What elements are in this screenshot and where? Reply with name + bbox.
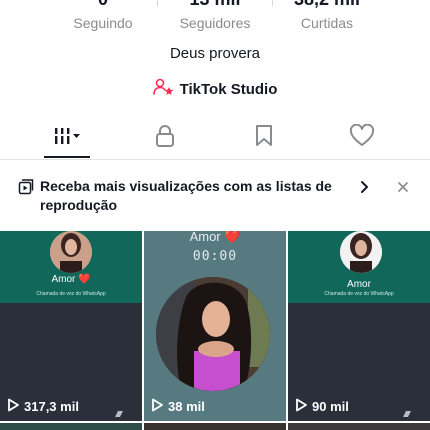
stat-following-value: 0 [43,0,163,12]
stat-likes[interactable]: 38,2 mil Curtidas [267,0,387,33]
view-count-text: 38 mil [168,399,205,414]
bookmark-icon [254,124,274,153]
profile-tabs [0,118,430,160]
thumbnail-subcaption: Chamada de voz do WhatsApp [36,291,106,297]
thumbnail-caption: Amor ❤️ [189,231,241,244]
tab-private[interactable] [115,118,215,159]
view-count: 38 mil [150,398,205,415]
tab-videos[interactable] [16,118,116,159]
stat-likes-value: 38,2 mil [267,0,387,12]
video-thumbnail[interactable]: Amor Chamada de voz do WhatsApp 90 mil [288,231,430,421]
video-thumbnail[interactable]: Amor ❤️ 00:00 38 mil [144,231,286,421]
close-icon[interactable] [394,178,412,196]
video-thumbnail-partial[interactable] [144,423,286,430]
stat-following[interactable]: 0 Seguindo [43,0,163,33]
playlist-banner[interactable]: Receba mais visualizações com as listas … [0,162,430,228]
thumbnail-avatar [50,231,92,273]
pin-icon [402,405,412,417]
banner-text: Receba mais visualizações com as listas … [40,178,332,213]
lock-icon [154,124,176,153]
stat-likes-label: Curtidas [300,15,354,31]
thumbnail-photo [156,277,270,391]
video-thumbnail[interactable]: Amor ❤️ Chamada de voz do WhatsApp 317,3… [0,231,142,421]
stat-followers-value: 13 mil [155,0,275,12]
play-icon [294,398,308,415]
view-count: 90 mil [294,398,349,415]
studio-user-icon [152,78,175,101]
video-thumbnail-partial[interactable] [0,423,142,430]
profile-bio: Deus provera [169,45,261,62]
play-icon [6,398,20,415]
studio-row: TikTok Studio [0,78,430,101]
view-count-text: 317,3 mil [24,399,79,414]
chevron-right-icon[interactable] [356,179,372,195]
studio-label: TikTok Studio [179,81,278,98]
heart-icon [349,123,375,153]
stat-following-label: Seguindo [73,15,133,31]
pin-icon [114,405,124,417]
thumbnail-caption: Amor [347,279,371,290]
tab-saved[interactable] [214,118,314,159]
active-tab-indicator [44,156,90,158]
view-count: 317,3 mil [6,398,79,415]
tiktok-studio-link[interactable]: TikTok Studio [152,78,278,101]
thumbnail-caption: Amor ❤️ [51,274,91,285]
video-grid: Amor ❤️ Chamada de voz do WhatsApp 317,3… [0,231,430,430]
play-icon [150,398,164,415]
playlist-icon [18,179,34,200]
stat-followers-label: Seguidores [179,15,251,31]
thumbnail-avatar [340,231,382,273]
tab-liked[interactable] [312,118,412,159]
profile-stats: 0 Seguindo 13 mil Seguidores 38,2 mil Cu… [0,0,430,36]
video-thumbnail-partial[interactable] [288,423,430,430]
thumbnail-subcaption: Chamada de voz do WhatsApp [324,291,394,297]
videos-grid-icon [49,126,83,151]
view-count-text: 90 mil [312,399,349,414]
stat-followers[interactable]: 13 mil Seguidores [155,0,275,33]
call-timer: 00:00 [192,249,238,264]
